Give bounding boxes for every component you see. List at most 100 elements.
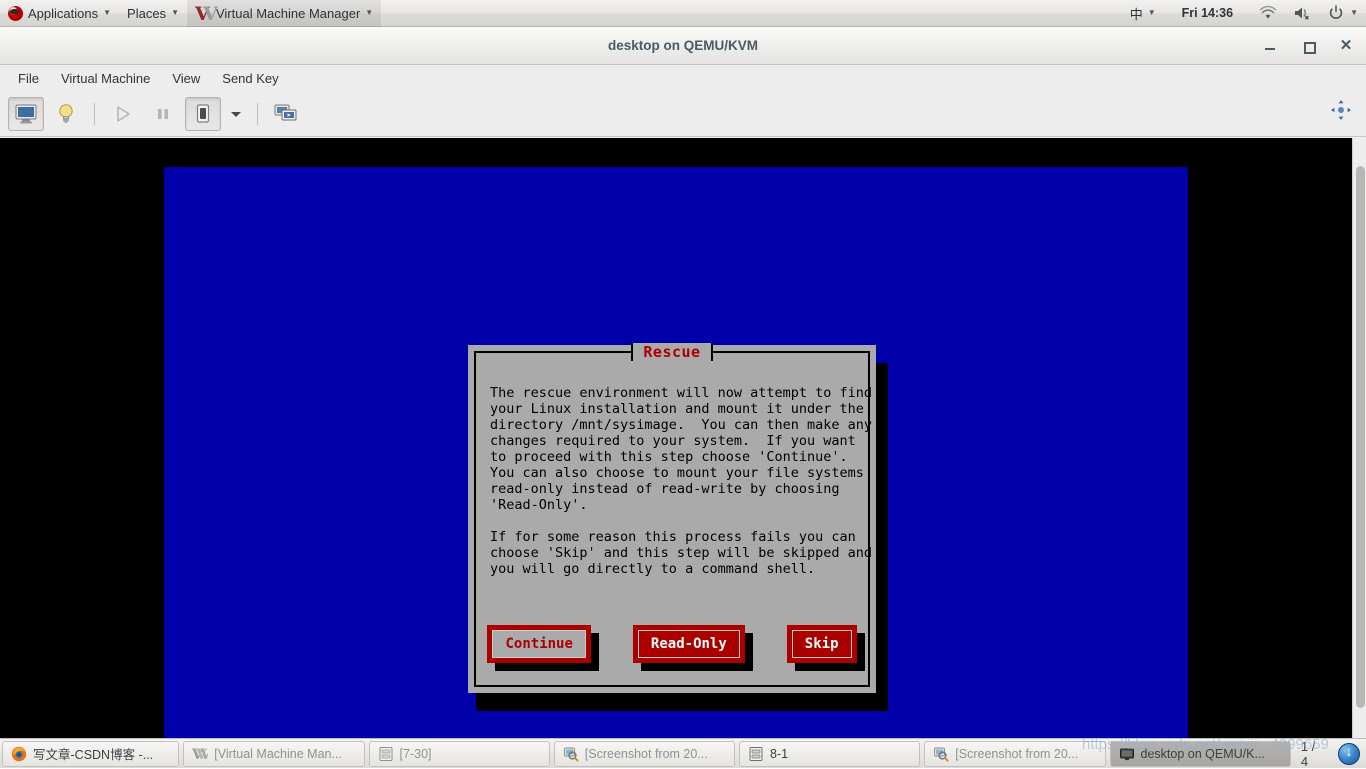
volume-muted-icon — [1293, 4, 1311, 22]
chevron-down-icon: ▼ — [365, 8, 374, 17]
dialog-title-bar: Rescue — [476, 342, 868, 361]
applications-menu[interactable]: Applications ▼ — [0, 0, 119, 27]
taskbar-item-label: [Screenshot from 20... — [584, 746, 708, 761]
maximize-button[interactable] — [1300, 38, 1316, 54]
chevron-down-icon: ▼ — [1147, 8, 1156, 17]
taskbar-item-archive-8-1[interactable]: 8-1 — [739, 740, 921, 767]
taskbar-item-label: 8-1 — [770, 746, 789, 761]
pause-icon — [158, 108, 168, 119]
archive-icon — [748, 746, 764, 762]
continue-button[interactable]: Continue — [487, 625, 599, 671]
vm-screen[interactable]: Rescue The rescue environment will now a… — [164, 167, 1188, 738]
menubar: File Virtual Machine View Send Key — [0, 65, 1366, 91]
chevron-down-icon: ▼ — [1350, 8, 1358, 17]
power-menu[interactable]: ▼ — [1319, 0, 1366, 27]
taskbar-item-desktop-qemu[interactable]: desktop on QEMU/K... — [1109, 740, 1291, 767]
power-icon — [1327, 4, 1345, 22]
taskbar-item-label: [Virtual Machine Man... — [214, 746, 342, 761]
move-cursor-icon[interactable] — [1330, 99, 1352, 126]
menu-send-key[interactable]: Send Key — [212, 68, 288, 89]
taskbar-item-vmm[interactable]: V V V [Virtual Machine Man... — [183, 740, 365, 767]
screenshot-icon — [933, 746, 949, 762]
redhat-logo-icon — [8, 5, 23, 21]
skip-button-label: Skip — [791, 630, 852, 658]
show-console-button[interactable] — [8, 96, 44, 131]
taskbar-item-screenshot-1[interactable]: [Screenshot from 20... — [553, 740, 736, 767]
read-only-button-label: Read-Only — [637, 630, 740, 658]
skip-button[interactable]: Skip — [786, 625, 865, 671]
window-controls: ✕ — [1262, 27, 1354, 65]
clock[interactable]: Fri 14:36 — [1164, 0, 1251, 27]
screens-icon — [274, 104, 297, 120]
vertical-scrollbar[interactable] — [1352, 138, 1366, 738]
scrollbar-thumb[interactable] — [1356, 166, 1365, 708]
read-only-button[interactable]: Read-Only — [632, 625, 753, 671]
workspace-label: 1 / 4 — [1300, 738, 1316, 769]
screenshot-icon — [563, 746, 579, 762]
continue-button-label: Continue — [492, 630, 586, 658]
places-menu[interactable]: Places ▼ — [119, 0, 187, 27]
dialog-button-row: Continue Read-Only Skip — [476, 625, 868, 671]
window-titlebar: desktop on QEMU/KVM ✕ — [0, 27, 1366, 65]
taskbar-item-label: [7-30] — [399, 746, 432, 761]
input-method-label: 中 — [1129, 6, 1143, 22]
taskbar-item-label: [Screenshot from 20... — [955, 746, 1079, 761]
dialog-body-text: The rescue environment will now attempt … — [490, 385, 873, 577]
button-face: Read-Only — [632, 625, 745, 663]
download-indicator-icon[interactable] — [1338, 742, 1360, 765]
taskbar-item-label: desktop on QEMU/K... — [1140, 746, 1265, 761]
shutdown-button[interactable] — [185, 96, 221, 131]
pause-button[interactable] — [145, 97, 181, 131]
toolbar — [0, 91, 1366, 137]
virtual-machine-window: desktop on QEMU/KVM ✕ File Virtual Machi… — [0, 27, 1366, 738]
chevron-down-icon: ▼ — [171, 8, 179, 17]
input-method-indicator[interactable]: 中 ▼ — [1122, 0, 1164, 27]
menu-view[interactable]: View — [162, 68, 210, 89]
places-menu-label: Places — [127, 5, 167, 21]
volume-indicator[interactable] — [1285, 0, 1319, 27]
rescue-dialog: Rescue The rescue environment will now a… — [468, 343, 876, 693]
fullscreen-button[interactable] — [268, 97, 304, 131]
chevron-down-icon: ▼ — [103, 8, 112, 17]
lightbulb-icon — [59, 103, 73, 123]
show-details-button[interactable] — [48, 97, 84, 131]
toolbar-separator — [257, 102, 258, 125]
close-button[interactable]: ✕ — [1338, 38, 1354, 54]
menu-file[interactable]: File — [8, 68, 49, 89]
dialog-border: Rescue The rescue environment will now a… — [474, 343, 873, 687]
taskbar-item-screenshot-2[interactable]: [Screenshot from 20... — [924, 740, 1106, 767]
taskbar-item-label: 写文章-CSDN博客 -... — [33, 748, 154, 762]
svg-text:V: V — [202, 4, 219, 23]
play-icon — [117, 105, 130, 122]
clock-label: Fri 14:36 — [1181, 6, 1234, 20]
wifi-icon — [1259, 4, 1277, 22]
monitor-icon — [15, 104, 37, 123]
menu-virtual-machine[interactable]: Virtual Machine — [51, 68, 160, 89]
monitor-small-icon — [1119, 746, 1135, 762]
archive-icon — [378, 746, 394, 762]
wifi-indicator[interactable] — [1251, 0, 1285, 27]
shutdown-icon — [196, 103, 210, 123]
taskbar-item-firefox[interactable]: 写文章-CSDN博客 -... — [2, 740, 180, 767]
workspace-switcher[interactable]: 1 / 4 — [1293, 738, 1334, 769]
shutdown-dropdown[interactable] — [225, 97, 247, 131]
button-face: Continue — [487, 625, 591, 663]
dialog-title: Rescue — [631, 343, 713, 361]
window-title: desktop on QEMU/KVM — [607, 38, 758, 53]
toolbar-separator — [94, 102, 95, 125]
chevron-down-icon — [231, 111, 241, 117]
vmm-logo-icon: V V — [194, 3, 221, 25]
taskbar-item-archive-7-30[interactable]: [7-30] — [368, 740, 550, 767]
vm-console-viewport[interactable]: Rescue The rescue environment will now a… — [0, 138, 1352, 738]
taskbar: 写文章-CSDN博客 -... V V V [Virtual Machine M… — [0, 738, 1366, 769]
vmm-window-menu-label: Virtual Machine Manager — [215, 5, 361, 21]
button-face: Skip — [786, 625, 857, 663]
vmm-window-menu[interactable]: V V Virtual Machine Manager ▼ — [186, 0, 382, 27]
gnome-top-panel: Applications ▼ Places ▼ V V Virtual Mach… — [0, 0, 1366, 27]
applications-menu-label: Applications — [28, 5, 99, 21]
run-button[interactable] — [105, 97, 141, 131]
minimize-button[interactable] — [1262, 38, 1278, 54]
vmm-small-icon: V V V — [191, 746, 212, 763]
firefox-icon — [11, 746, 27, 762]
svg-text:V: V — [199, 747, 208, 762]
